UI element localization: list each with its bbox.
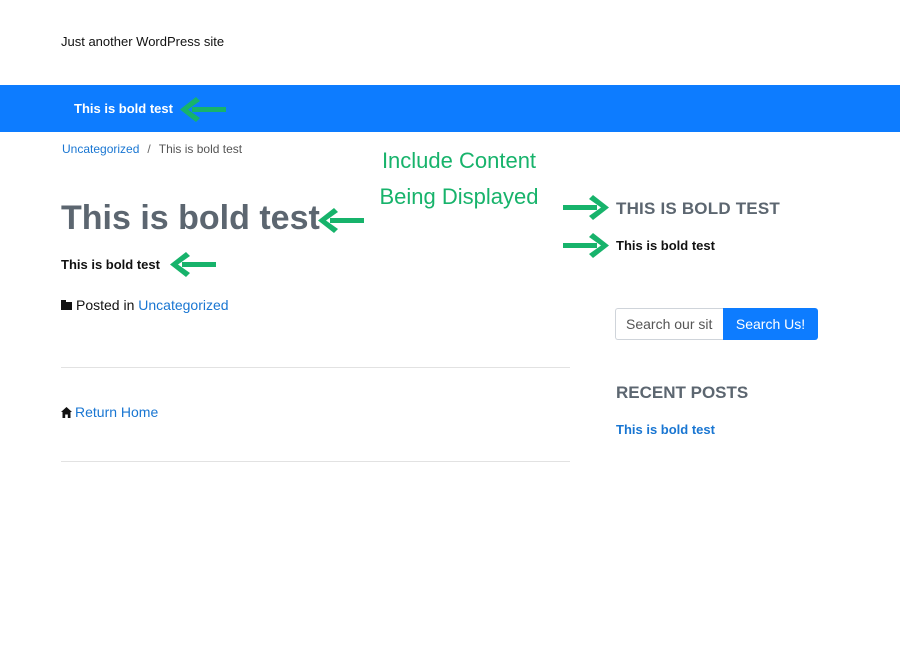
recent-posts-heading: RECENT POSTS	[616, 383, 749, 402]
folder-icon	[61, 300, 72, 310]
post-title: This is bold test	[61, 199, 320, 237]
posted-in-meta: Posted in Uncategorized	[61, 297, 229, 313]
right-arrow-icon	[563, 195, 609, 220]
nav-title-link[interactable]: This is bold test	[74, 101, 173, 116]
divider-top	[61, 367, 570, 368]
breadcrumb-separator: /	[147, 142, 151, 156]
sidebar-widget-text: This is bold test	[616, 238, 715, 253]
annotation-line-2: Being Displayed	[379, 184, 539, 209]
search-input[interactable]	[615, 308, 723, 340]
left-arrow-icon	[180, 97, 226, 122]
annotation-line-1: Include Content	[381, 148, 537, 173]
left-arrow-icon	[318, 208, 364, 233]
sidebar-widget-title: THIS IS BOLD TEST	[616, 199, 780, 218]
return-home-link[interactable]: Return Home	[75, 404, 158, 420]
site-tagline: Just another WordPress site	[61, 34, 225, 49]
post-content: This is bold test	[61, 257, 160, 272]
breadcrumb-category-link[interactable]: Uncategorized	[62, 142, 139, 156]
breadcrumb-current: This is bold test	[158, 142, 243, 156]
posted-in-label: Posted in	[76, 297, 135, 313]
left-arrow-icon	[170, 252, 216, 277]
category-link[interactable]: Uncategorized	[138, 297, 228, 313]
home-icon	[61, 405, 72, 421]
return-home-row: Return Home	[61, 404, 158, 421]
recent-post-link[interactable]: This is bold test	[616, 422, 715, 437]
annotation-note: Include Content Being Displayed	[376, 143, 542, 215]
divider-bottom	[61, 461, 570, 462]
search-button[interactable]: Search Us!	[723, 308, 818, 340]
right-arrow-icon	[563, 233, 609, 258]
breadcrumb: Uncategorized / This is bold test	[62, 142, 242, 156]
